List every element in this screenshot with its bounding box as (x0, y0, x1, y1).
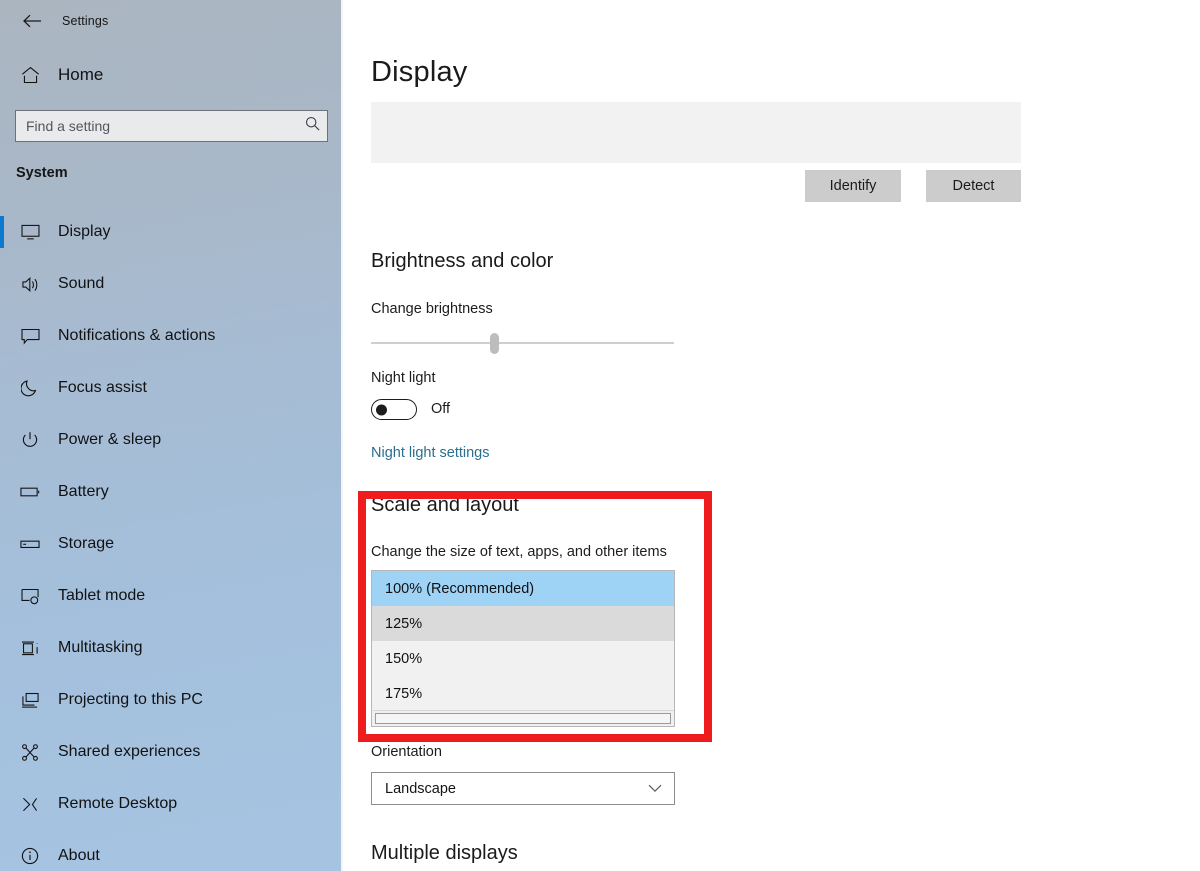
multitasking-icon (8, 640, 52, 657)
storage-icon (8, 539, 52, 550)
battery-icon (8, 486, 52, 498)
scale-description-label: Change the size of text, apps, and other… (371, 544, 667, 560)
sidebar-item-label: Projecting to this PC (58, 691, 203, 709)
chevron-down-icon (648, 780, 662, 798)
remote-desktop-icon (8, 796, 52, 813)
sidebar-group-label: System (16, 165, 68, 181)
sidebar-item-shared-experiences[interactable]: Shared experiences (0, 726, 343, 778)
multiple-displays-heading: Multiple displays (371, 842, 518, 865)
sidebar-item-label: Notifications & actions (58, 327, 215, 345)
sidebar-item-label: Multitasking (58, 639, 142, 657)
sidebar-item-remote-desktop[interactable]: Remote Desktop (0, 778, 343, 830)
selection-indicator (0, 632, 4, 664)
app-title: Settings (62, 14, 108, 28)
selection-indicator (0, 320, 4, 352)
sidebar-item-battery[interactable]: Battery (0, 466, 343, 518)
tablet-icon (8, 588, 52, 605)
orientation-select[interactable]: Landscape (371, 772, 675, 805)
home-icon (8, 66, 52, 84)
scale-and-layout-heading: Scale and layout (371, 494, 519, 517)
sidebar-item-display[interactable]: Display (0, 206, 343, 258)
sidebar-item-label: Tablet mode (58, 587, 145, 605)
info-icon (8, 847, 52, 865)
brightness-slider-thumb[interactable] (490, 333, 499, 354)
night-light-settings-link[interactable]: Night light settings (371, 445, 489, 461)
toggle-knob (376, 404, 387, 415)
sidebar-item-label: Sound (58, 275, 104, 293)
speaker-icon (8, 276, 52, 293)
sidebar-item-home[interactable]: Home (0, 56, 343, 94)
night-light-state-label: Off (431, 401, 450, 417)
orientation-selected-value: Landscape (385, 781, 456, 797)
sidebar-item-about[interactable]: About (0, 830, 343, 871)
sidebar-item-sound[interactable]: Sound (0, 258, 343, 310)
identify-button[interactable]: Identify (805, 170, 901, 202)
orientation-label: Orientation (371, 744, 442, 760)
scale-dropdown-list[interactable]: 100% (Recommended) 125% 150% 175% (371, 570, 675, 727)
scale-dropdown-horizontal-scrollbar[interactable] (373, 710, 675, 725)
selection-indicator (0, 268, 4, 300)
selection-indicator (0, 372, 4, 404)
monitor-icon (8, 224, 52, 240)
selection-indicator (0, 216, 4, 248)
chat-bubble-icon (8, 328, 52, 345)
selection-indicator (0, 424, 4, 456)
search-input[interactable] (15, 110, 328, 142)
night-light-label: Night light (371, 370, 435, 386)
search-box[interactable] (15, 110, 328, 142)
selection-indicator (0, 840, 4, 871)
sidebar-item-label: Focus assist (58, 379, 147, 397)
night-light-toggle[interactable] (371, 399, 417, 420)
sidebar-nav-list: Display Sound (0, 206, 343, 871)
sidebar-item-notifications-actions[interactable]: Notifications & actions (0, 310, 343, 362)
sidebar-item-tablet-mode[interactable]: Tablet mode (0, 570, 343, 622)
sidebar-item-label: Storage (58, 535, 114, 553)
scrollbar-thumb[interactable] (375, 713, 671, 724)
selection-indicator (0, 528, 4, 560)
sidebar-item-label-home: Home (58, 65, 103, 85)
back-arrow-icon[interactable] (10, 5, 54, 37)
sidebar-item-label: Power & sleep (58, 431, 161, 449)
brightness-slider-track (371, 342, 674, 344)
sidebar-item-projecting-to-this-pc[interactable]: Projecting to this PC (0, 674, 343, 726)
share-icon (8, 744, 52, 761)
selection-indicator (0, 580, 4, 612)
sidebar-item-label: Remote Desktop (58, 795, 177, 813)
settings-window: Settings Home System (0, 0, 1200, 871)
sidebar-item-multitasking[interactable]: Multitasking (0, 622, 343, 674)
main-content: Display Identify Detect Brightness and c… (343, 0, 1200, 871)
selection-indicator (0, 684, 4, 716)
moon-icon (8, 379, 52, 397)
change-brightness-label: Change brightness (371, 301, 493, 317)
sidebar: Settings Home System (0, 0, 343, 871)
sidebar-item-power-sleep[interactable]: Power & sleep (0, 414, 343, 466)
sidebar-item-storage[interactable]: Storage (0, 518, 343, 570)
power-icon (8, 431, 52, 449)
sidebar-item-focus-assist[interactable]: Focus assist (0, 362, 343, 414)
selection-indicator (0, 476, 4, 508)
scale-option-150[interactable]: 150% (372, 641, 674, 676)
sidebar-item-label: Display (58, 223, 110, 241)
brightness-slider[interactable] (371, 333, 674, 353)
selection-indicator (0, 736, 4, 768)
sidebar-item-label: Battery (58, 483, 109, 501)
sidebar-titlebar: Settings (0, 0, 343, 42)
page-title: Display (371, 56, 468, 89)
scale-option-100[interactable]: 100% (Recommended) (372, 571, 674, 606)
scale-option-175[interactable]: 175% (372, 676, 674, 711)
detect-button[interactable]: Detect (926, 170, 1021, 202)
display-arrangement-preview[interactable] (371, 102, 1021, 163)
sidebar-item-label: Shared experiences (58, 743, 200, 761)
scale-option-125[interactable]: 125% (372, 606, 674, 641)
brightness-and-color-heading: Brightness and color (371, 250, 553, 273)
projecting-icon (8, 692, 52, 709)
selection-indicator (0, 788, 4, 820)
sidebar-item-label: About (58, 847, 100, 865)
